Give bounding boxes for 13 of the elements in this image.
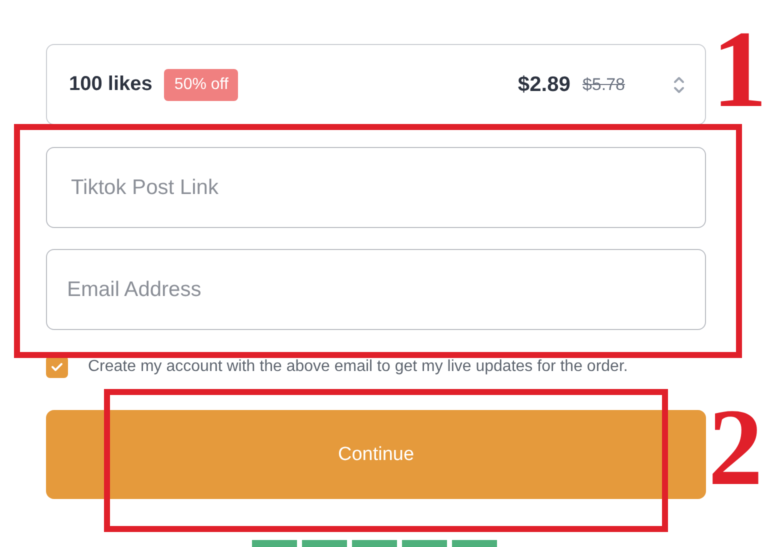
annotation-number: 2 [708, 392, 763, 502]
package-selector[interactable]: 100 likes 50% off $2.89 $5.78 [46, 44, 706, 125]
package-name: 100 likes [69, 73, 152, 96]
old-price: $5.78 [582, 74, 625, 94]
discount-badge: 50% off [164, 68, 238, 100]
up-down-chevron-icon [673, 74, 685, 94]
input-field[interactable]: Tiktok Post Link [46, 147, 706, 228]
input-field[interactable]: Email Address [46, 249, 706, 330]
annotation-number: 1 [712, 14, 767, 124]
checkbox-label: Create my account with the above email to get my live updates for the order. [88, 358, 628, 376]
price: $2.89 [518, 72, 570, 96]
check-icon [51, 362, 63, 372]
checkbox[interactable] [46, 356, 68, 378]
